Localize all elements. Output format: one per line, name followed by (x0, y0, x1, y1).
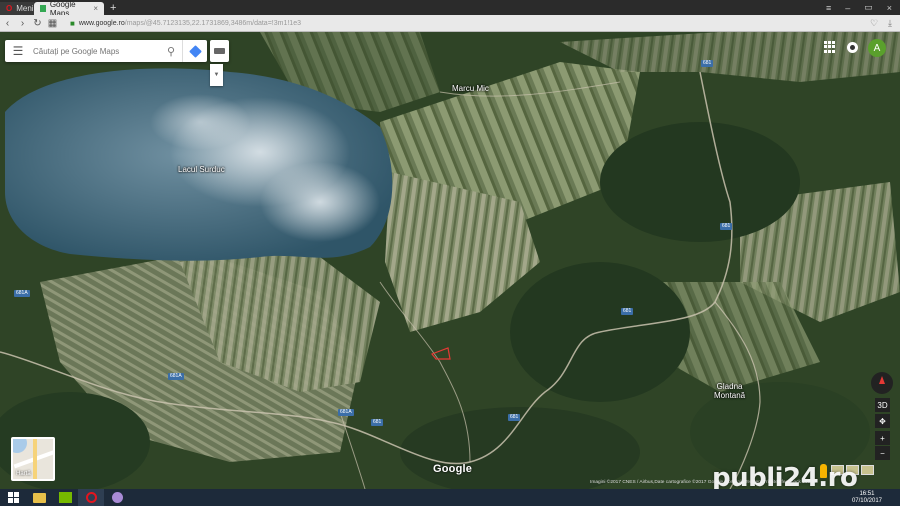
apps-grid-icon[interactable] (824, 41, 836, 53)
opera-icon (85, 492, 97, 503)
taskbar-clock[interactable]: 16:51 07/10/2017 (852, 489, 882, 505)
clock-date: 07/10/2017 (851, 498, 882, 504)
search-icon[interactable]: ⚲ (160, 45, 182, 58)
google-maps-tab[interactable]: Google Maps × (34, 0, 104, 18)
directions-button[interactable] (182, 40, 207, 62)
road-shield: 681 (701, 60, 714, 67)
clock-time: 16:51 (859, 491, 875, 497)
keyboard-button[interactable] (210, 40, 229, 62)
folder-icon (32, 492, 46, 503)
road-shield: 681 (371, 419, 384, 426)
close-tab-icon[interactable]: × (93, 4, 98, 13)
caret-down-icon: ▼ (213, 72, 220, 78)
taskbar-opera[interactable] (78, 489, 104, 506)
download-icon[interactable]: ⤓ (888, 18, 892, 29)
village-east-label: Gladna Montană (714, 382, 746, 400)
maps-favicon-icon (40, 5, 46, 12)
keyboard-icon (214, 48, 225, 54)
notifications-icon[interactable] (847, 42, 858, 53)
taskbar-explorer[interactable] (26, 489, 52, 506)
tilt-3d-button[interactable]: 3D (875, 398, 890, 412)
search-input[interactable] (31, 45, 160, 57)
url-field[interactable]: ■ www.google.ro/maps/@45.7123135,22.1731… (70, 17, 870, 30)
heart-icon[interactable]: ♡ (870, 18, 878, 29)
satellite-imagery (0, 32, 900, 489)
google-logo: Google (433, 463, 473, 475)
map-layer-toggle[interactable]: Hartă (11, 437, 55, 481)
minimize-icon[interactable]: – (845, 3, 850, 13)
zoom-out-button[interactable]: − (875, 446, 890, 460)
taskbar-nvidia[interactable] (52, 489, 78, 506)
back-icon[interactable]: ‹ (0, 18, 15, 29)
layer-label: Hartă (16, 471, 31, 477)
road-shield: 681 (508, 414, 521, 421)
close-window-icon[interactable]: × (887, 3, 892, 13)
taskbar (0, 489, 900, 506)
collapse-panel-button[interactable]: ▼ (210, 64, 223, 86)
url-path: /maps/@45.7123135,22.1731869,3486m/data=… (124, 19, 301, 27)
lock-icon: ■ (70, 18, 75, 28)
village-north-label: Marcu Mic (452, 84, 489, 93)
road-shield: 681A (14, 290, 30, 297)
new-tab-button[interactable]: + (104, 2, 122, 15)
compass-needle-icon (879, 376, 885, 384)
satellite-map[interactable]: Lacul Surduc Marcu Mic Gladna Montană 68… (0, 32, 900, 489)
road-shield: 681 (621, 308, 634, 315)
road-shield: 681 (720, 223, 733, 230)
opera-icon: O (6, 4, 13, 13)
maps-search-box: ☰ ⚲ (5, 40, 207, 62)
app-icon (111, 492, 123, 503)
reload-icon[interactable]: ↻ (30, 18, 45, 29)
speed-dial-icon[interactable]: ▦ (45, 18, 60, 29)
rotate-icon: ✥ (879, 416, 886, 426)
compass-button[interactable] (871, 372, 893, 394)
maximize-icon[interactable]: ▭ (864, 2, 873, 13)
forward-icon[interactable]: › (15, 18, 30, 29)
nvidia-icon (58, 492, 72, 503)
start-button[interactable] (0, 489, 26, 506)
road-shield: 681A (338, 409, 354, 416)
tab-menu-icon[interactable]: ≡ (826, 3, 831, 13)
rotate-button[interactable]: ✥ (875, 414, 890, 428)
hamburger-menu-icon[interactable]: ☰ (5, 44, 31, 58)
directions-icon (188, 44, 202, 58)
taskbar-app[interactable] (104, 489, 130, 506)
browser-tabstrip: O Meniu Google Maps × + ≡ – ▭ × (0, 0, 900, 18)
account-avatar[interactable]: A (868, 39, 886, 57)
lake-label: Lacul Surduc (178, 165, 225, 174)
zoom-in-button[interactable]: + (875, 431, 890, 445)
url-host: www.google.ro (78, 19, 125, 27)
browser-menu-tab[interactable]: O Meniu (0, 2, 38, 15)
road-shield: 681A (168, 373, 184, 380)
windows-logo-icon (7, 492, 19, 503)
address-bar: ‹ › ↻ ▦ ■ www.google.ro/maps/@45.7123135… (0, 15, 900, 32)
